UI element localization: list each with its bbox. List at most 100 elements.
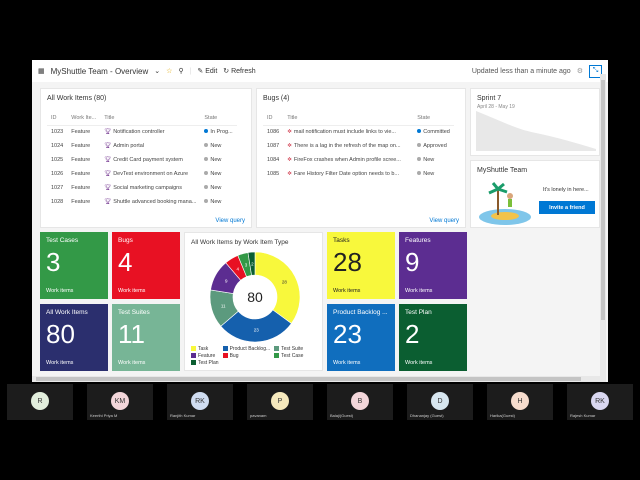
participant-tile[interactable]: R [7, 384, 73, 420]
table-row[interactable]: 1024 Feature 🏆︎ Admin portal New [47, 139, 237, 153]
table-row[interactable]: 1027 Feature 🏆︎ Social marketing campaigns N… [47, 181, 237, 195]
cell-id: 1085 [267, 171, 280, 177]
horizontal-scrollbar[interactable] [32, 376, 600, 382]
participant-tile[interactable]: RK Ranjith Kumar [167, 384, 233, 420]
participant-tile[interactable]: KM Keerthi Priya M [87, 384, 153, 420]
invite-friend-button[interactable]: Invite a friend [539, 201, 595, 214]
legend-swatch [274, 346, 280, 352]
table-row[interactable]: 1084 ✲ FireFox crashes when Admin profile … [263, 153, 454, 167]
tile-bugs[interactable]: Bugs 4 Work items [112, 232, 180, 299]
tile-title: Test Suites [118, 309, 150, 316]
slice-task[interactable] [254, 251, 301, 324]
legend-item[interactable]: Bug [222, 353, 271, 359]
legend-label: Feature [198, 353, 216, 359]
tile-test-cases[interactable]: Test Cases 3 Work items [40, 232, 108, 299]
cell-title[interactable]: Social marketing campaigns [113, 185, 182, 191]
avatar: KM [111, 392, 129, 410]
refresh-button[interactable]: ↻ Refresh [223, 67, 255, 75]
legend-swatch [191, 346, 196, 352]
col-title[interactable]: Title [100, 111, 201, 126]
edit-label: Edit [205, 68, 218, 75]
tile-subtitle: Work items [333, 360, 361, 366]
col-id[interactable]: ID [47, 111, 68, 126]
table-row[interactable]: 1085 ✲ Fare History Filter Date option nee… [263, 167, 454, 181]
chart-title: All Work Items by Work Item Type [191, 239, 289, 246]
table-row[interactable]: 1025 Feature 🏆︎ Credit Card payment system N… [47, 153, 237, 167]
legend-item[interactable]: Test Plan [191, 360, 219, 366]
dashboard-title[interactable]: MyShuttle Team - Overview [51, 67, 149, 76]
col-title[interactable]: Title [283, 111, 414, 126]
table-row[interactable]: 1087 ✲ There is a lag in the refresh of th… [263, 139, 454, 153]
cell-state: New [423, 157, 435, 163]
cell-type: Feature [71, 129, 91, 136]
tile-test-suites[interactable]: Test Suites 11 Work items [112, 304, 180, 371]
cell-id: 1084 [267, 157, 280, 163]
legend-label: Test Suite [281, 346, 304, 352]
cell-title[interactable]: Fare History Filter Date option needs to… [294, 171, 399, 177]
tile-test-plan[interactable]: Test Plan 2 Work items [399, 304, 467, 371]
avatar: RK [191, 392, 209, 410]
participant-name: Rajesh Kumar [570, 413, 596, 418]
tile-count: 80 [46, 319, 75, 349]
table-row[interactable]: 1023 Feature 🏆︎ Notification controller In P… [47, 125, 237, 139]
team-icon[interactable]: ⚲ [178, 67, 183, 75]
tile-subtitle: Work items [118, 360, 146, 366]
table-row[interactable]: 1026 Feature 🏆︎ DevTest environment on Azur… [47, 167, 237, 181]
col-type[interactable]: Work Ite... [67, 111, 101, 126]
participant-tile[interactable]: Ppavanam [247, 384, 313, 420]
participants-strip: R KM Keerthi Priya M RK Ranjith Kumar Ppavana… [0, 384, 640, 420]
chevron-down-icon[interactable]: ⌄ [154, 67, 160, 75]
cell-title[interactable]: Admin portal [113, 143, 144, 149]
view-query-link[interactable]: View query [429, 218, 459, 224]
participant-tile[interactable]: D Dhananjay (Guest) [407, 384, 473, 420]
star-icon[interactable]: ☆ [166, 67, 172, 75]
trophy-icon: 🏆︎ [104, 185, 112, 191]
vertical-scrollbar[interactable] [600, 74, 606, 382]
cell-state: Committed [423, 129, 450, 136]
tile-all-work-items[interactable]: All Work Items 80 Work items [40, 304, 108, 371]
participant-tile[interactable]: RK Rajesh Kumar [567, 384, 633, 420]
tile-tasks[interactable]: Tasks 28 Work items [327, 232, 395, 299]
cell-type: Feature [71, 171, 91, 177]
legend-item[interactable]: Feature [191, 353, 219, 359]
tile-subtitle: Work items [405, 360, 433, 366]
tile-count: 4 [118, 247, 133, 277]
edit-button[interactable]: ✎ Edit [197, 67, 217, 75]
sprint-widget[interactable]: Sprint 7 April 28 - May 19 [470, 88, 600, 156]
tile-count: 11 [118, 319, 145, 349]
col-id[interactable]: ID [263, 111, 284, 126]
legend-swatch [191, 360, 196, 366]
legend-item[interactable]: Test Case [274, 353, 303, 359]
cell-title[interactable]: DevTest environment on Azure [113, 171, 188, 177]
cell-title[interactable]: Notification controller [113, 129, 164, 135]
view-query-link[interactable]: View query [215, 218, 245, 224]
cell-title[interactable]: Credit Card payment system [113, 157, 183, 163]
refresh-label: Refresh [231, 68, 256, 75]
tile-features[interactable]: Features 9 Work items [399, 232, 467, 299]
legend-swatch [222, 353, 228, 359]
cell-title[interactable]: There is a lag in the refresh of the map… [294, 143, 401, 149]
work-items-by-type-chart[interactable]: All Work Items by Work Item Type 28 23 11 9… [184, 232, 323, 371]
cell-title[interactable]: FireFox crashes when Admin profile scree… [294, 157, 401, 163]
legend-item[interactable]: Task [191, 346, 219, 352]
table-row[interactable]: 1086 ✲ mail notification must include link… [263, 125, 454, 139]
gear-icon[interactable]: ⚙ [577, 67, 583, 75]
tile-count: 3 [46, 247, 61, 277]
legend-item[interactable]: Product Backlog... [222, 346, 271, 352]
cell-title[interactable]: mail notification must include links to … [294, 129, 396, 135]
cell-title[interactable]: Shuttle advanced booking mana... [113, 199, 196, 205]
participant-tile[interactable]: H Harika(Guest) [487, 384, 553, 420]
trophy-icon: 🏆︎ [104, 157, 112, 163]
legend-label: Product Backlog... [229, 346, 271, 352]
col-state[interactable]: State [200, 111, 237, 126]
tile-count: 28 [333, 247, 362, 277]
dashboard-icon: ▦ [38, 68, 45, 75]
cell-id: 1086 [267, 129, 280, 136]
cell-state: New [210, 185, 222, 191]
table-row[interactable]: 1028 Feature 🏆︎ Shuttle advanced booking ma… [47, 195, 237, 209]
col-state[interactable]: State [413, 111, 454, 126]
participant-tile[interactable]: B Balaji(Guest) [327, 384, 393, 420]
tile-product-backlog-[interactable]: Product Backlog ... 23 Work items [327, 304, 395, 371]
all-work-items-widget: All Work Items (80) ID Work Ite... Title St… [40, 88, 252, 228]
legend-item[interactable]: Test Suite [274, 346, 303, 352]
